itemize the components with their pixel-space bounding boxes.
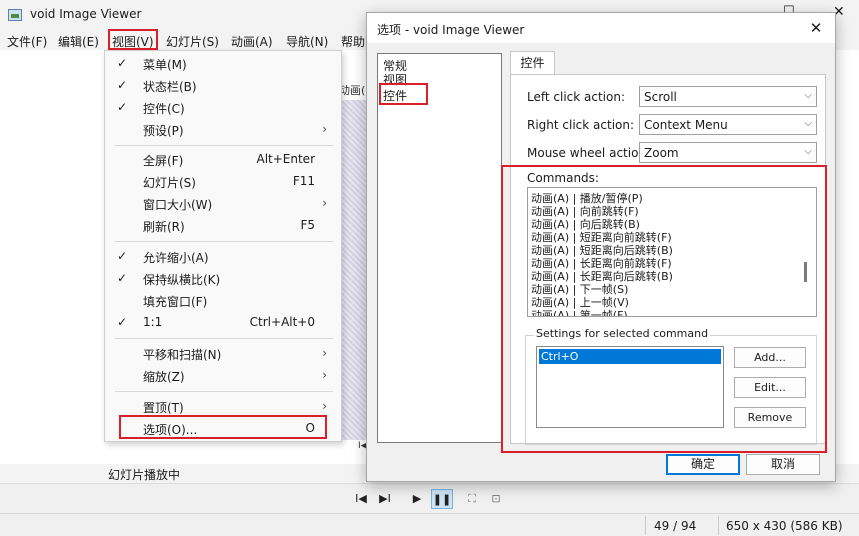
options-dialog: 选项 - void Image Viewer ✕ 常规 视图 控件 控件 Lef… — [366, 12, 836, 482]
menu-item-allow-shrink[interactable]: ✓ 允许缩小(A) — [105, 246, 341, 268]
menu-item-menu[interactable]: ✓ 菜单(M) — [105, 53, 341, 75]
chevron-right-icon: › — [322, 122, 327, 136]
menu-item-shortcut: Alt+Enter — [256, 152, 315, 166]
combo-value: Context Menu — [644, 118, 728, 132]
chevron-down-icon: ⌵ — [804, 146, 812, 157]
commands-section-highlight — [501, 165, 827, 453]
chevron-right-icon: › — [322, 196, 327, 210]
left-click-label: Left click action: — [527, 90, 625, 104]
statusbar-divider — [645, 516, 646, 535]
image-position: 49 / 94 — [654, 519, 697, 533]
mouse-wheel-label: Mouse wheel action: — [527, 146, 651, 160]
menu-animation[interactable]: 动画(A) — [231, 33, 273, 50]
view-dropdown-menu: ✓ 菜单(M) ✓ 状态栏(B) ✓ 控件(C) 预设(P) › 全屏(F) A… — [104, 50, 342, 442]
menu-separator — [115, 338, 333, 339]
menu-item-window-size[interactable]: 窗口大小(W) › — [105, 193, 341, 215]
check-icon: ✓ — [117, 100, 128, 114]
menu-edit[interactable]: 编辑(E) — [58, 33, 99, 50]
menu-item-label: 全屏(F) — [143, 154, 184, 168]
menu-item-label: 菜单(M) — [143, 58, 187, 72]
fit-window-icon[interactable]: ⛶ — [461, 489, 483, 509]
menu-item-shortcut: Ctrl+Alt+0 — [249, 315, 315, 329]
app-title: void Image Viewer — [30, 7, 142, 21]
ok-button[interactable]: 确定 — [666, 454, 740, 475]
controls-tree-highlight — [379, 83, 428, 105]
statusbar: 49 / 94 650 x 430 (586 KB) — [0, 513, 859, 536]
menu-slideshow[interactable]: 幻灯片(S) — [166, 33, 219, 50]
play-icon[interactable]: ▶ — [406, 489, 428, 509]
menu-item-label: 状态栏(B) — [143, 80, 197, 94]
combo-value: Zoom — [644, 146, 679, 160]
cancel-button[interactable]: 取消 — [746, 454, 820, 475]
chevron-down-icon: ⌵ — [804, 90, 812, 101]
chevron-down-icon: ⌵ — [804, 118, 812, 129]
menu-separator — [115, 145, 333, 146]
pause-icon[interactable]: ❚❚ — [431, 489, 453, 509]
menu-item-label: 刷新(R) — [143, 220, 185, 234]
menu-item-controls[interactable]: ✓ 控件(C) — [105, 97, 341, 119]
menu-file[interactable]: 文件(F) — [7, 33, 47, 50]
menu-separator — [115, 391, 333, 392]
menu-item-pan-scan[interactable]: 平移和扫描(N) › — [105, 343, 341, 365]
chevron-right-icon: › — [322, 399, 327, 413]
options-item-highlight — [119, 415, 327, 439]
mouse-wheel-select[interactable]: Zoom ⌵ — [639, 142, 817, 163]
left-click-select[interactable]: Scroll ⌵ — [639, 86, 817, 107]
combo-value: Scroll — [644, 90, 677, 104]
check-icon: ✓ — [117, 249, 128, 263]
menu-item-slideshow[interactable]: 幻灯片(S) F11 — [105, 171, 341, 193]
check-icon: ✓ — [117, 78, 128, 92]
app-icon — [8, 9, 22, 21]
view-menu-highlight — [108, 29, 158, 50]
menu-item-fill-window[interactable]: 填充窗口(F) — [105, 290, 341, 312]
menu-item-presets[interactable]: 预设(P) › — [105, 119, 341, 141]
menu-navigation[interactable]: 导航(N) — [286, 33, 328, 50]
dialog-close-icon[interactable]: ✕ — [805, 17, 827, 39]
menu-separator — [115, 241, 333, 242]
menu-item-label: 幻灯片(S) — [143, 176, 196, 190]
first-frame-icon[interactable]: I◀ — [350, 489, 372, 509]
dialog-titlebar: 选项 - void Image Viewer ✕ — [367, 13, 835, 43]
menu-item-fullscreen[interactable]: 全屏(F) Alt+Enter — [105, 149, 341, 171]
slideshow-status: 幻灯片播放中 — [108, 468, 181, 482]
menu-item-zoom[interactable]: 缩放(Z) › — [105, 365, 341, 387]
menu-item-label: 保持纵横比(K) — [143, 273, 221, 287]
background-anim-label: 动画( — [339, 84, 366, 97]
check-icon: ✓ — [117, 271, 128, 285]
menu-item-label: 允许缩小(A) — [143, 251, 209, 265]
menu-item-statusbar[interactable]: ✓ 状态栏(B) — [105, 75, 341, 97]
menu-item-shortcut: F11 — [292, 174, 315, 188]
menu-item-shortcut: F5 — [300, 218, 315, 232]
menu-item-label: 控件(C) — [143, 102, 185, 116]
menu-item-label: 缩放(Z) — [143, 370, 185, 384]
menu-item-label: 填充窗口(F) — [143, 295, 208, 309]
image-info: 650 x 430 (586 KB) — [726, 519, 843, 533]
menu-item-refresh[interactable]: 刷新(R) F5 — [105, 215, 341, 237]
chevron-right-icon: › — [322, 368, 327, 382]
check-icon: ✓ — [117, 56, 128, 70]
options-category-tree: 常规 视图 控件 — [377, 53, 502, 443]
right-click-select[interactable]: Context Menu ⌵ — [639, 114, 817, 135]
dialog-title: 选项 - void Image Viewer — [377, 23, 525, 37]
right-click-label: Right click action: — [527, 118, 635, 132]
actual-size-icon[interactable]: ⊡ — [485, 489, 507, 509]
playback-toolbar: I◀ ▶I ▶ ❚❚ ⛶ ⊡ — [0, 483, 859, 513]
tab-controls[interactable]: 控件 — [510, 51, 555, 75]
menu-item-label: 平移和扫描(N) — [143, 348, 222, 362]
chevron-right-icon: › — [322, 346, 327, 360]
menu-item-keep-aspect[interactable]: ✓ 保持纵横比(K) — [105, 268, 341, 290]
menu-item-label: 置顶(T) — [143, 401, 184, 415]
check-icon: ✓ — [117, 315, 128, 329]
next-frame-icon[interactable]: ▶I — [374, 489, 396, 509]
menu-item-label: 窗口大小(W) — [143, 198, 213, 212]
menu-item-label: 1:1 — [143, 315, 163, 329]
menu-item-label: 预设(P) — [143, 124, 184, 138]
statusbar-divider — [718, 516, 719, 535]
menu-item-one-to-one[interactable]: ✓ 1:1 Ctrl+Alt+0 — [105, 312, 341, 334]
